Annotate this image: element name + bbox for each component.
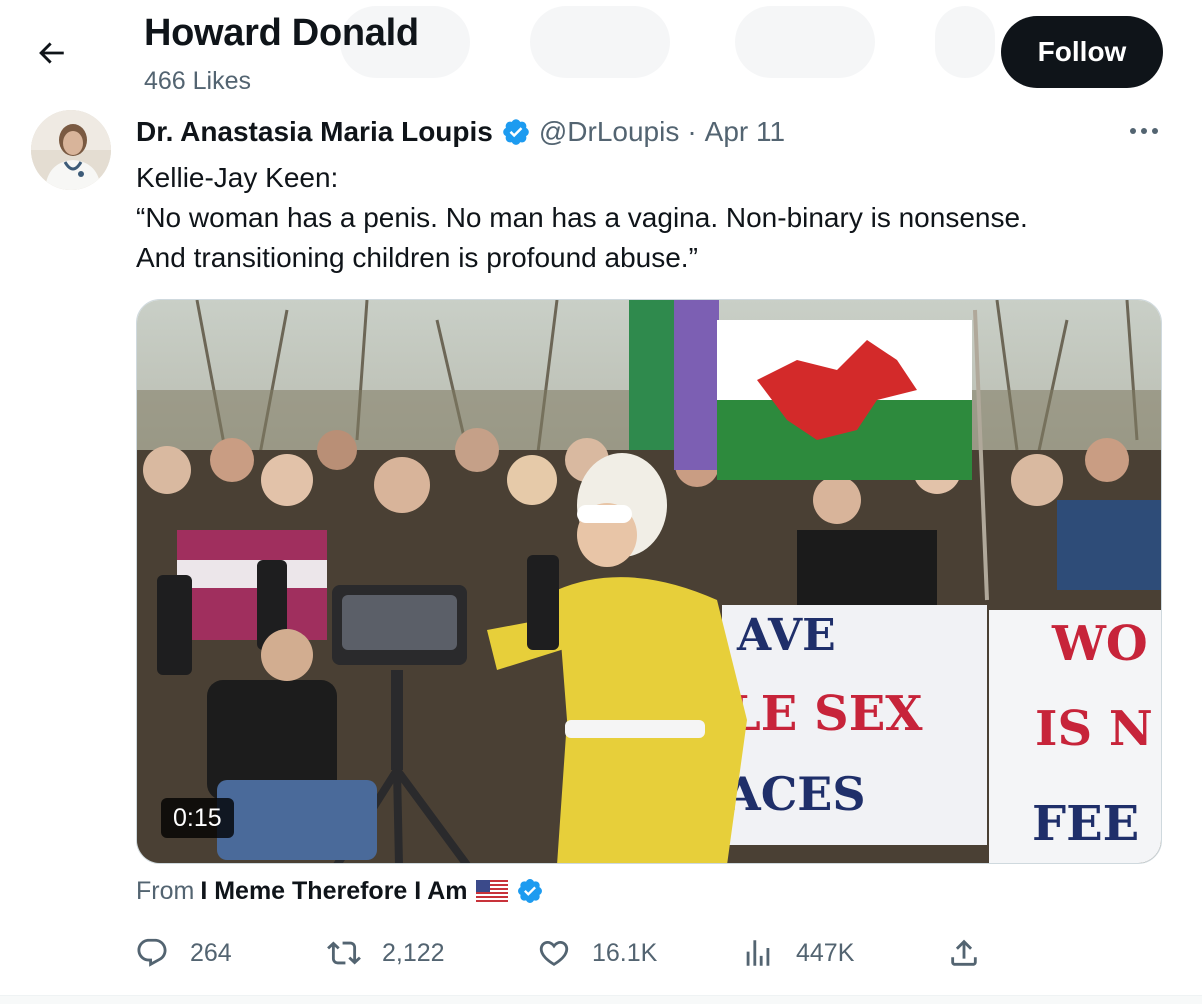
like-count: 16.1K bbox=[592, 938, 658, 967]
source-attribution: From I Meme Therefore I Am bbox=[136, 874, 544, 908]
sign-text: LE SEX bbox=[727, 686, 923, 742]
more-horizontal-icon bbox=[1130, 128, 1158, 134]
page-title: Howard Donald bbox=[144, 12, 419, 54]
video-player[interactable]: AVE LE SEX ACES WO IS N FEE 0:15 bbox=[136, 299, 1162, 864]
reply-icon bbox=[134, 935, 170, 971]
back-button[interactable] bbox=[26, 28, 76, 78]
tweet-text-line: “No woman has a penis. No man has a vagi… bbox=[136, 202, 1028, 233]
follow-button[interactable]: Follow bbox=[1001, 16, 1163, 88]
author-handle[interactable]: @DrLoupis bbox=[539, 116, 679, 148]
sign-text: WO bbox=[1051, 616, 1148, 672]
more-options-button[interactable] bbox=[1124, 116, 1164, 146]
share-icon bbox=[946, 935, 982, 971]
views-count: 447K bbox=[796, 938, 855, 967]
repost-count: 2,122 bbox=[382, 938, 445, 967]
avatar-photo bbox=[31, 110, 111, 190]
reply-count: 264 bbox=[190, 938, 232, 967]
sign-text: AVE bbox=[736, 610, 836, 661]
us-flag-icon bbox=[475, 880, 508, 902]
tweet-text-line: Kellie-Jay Keen: bbox=[136, 162, 339, 193]
sign-text: IS N bbox=[1035, 701, 1153, 757]
tweet-text: Kellie-Jay Keen: “No woman has a penis. … bbox=[136, 158, 1146, 278]
separator-dot: · bbox=[687, 116, 697, 147]
views-button[interactable]: 447K bbox=[740, 932, 854, 974]
avatar[interactable] bbox=[31, 110, 111, 190]
source-prefix: From bbox=[136, 876, 195, 905]
author-name[interactable]: Dr. Anastasia Maria Loupis bbox=[136, 116, 493, 148]
arrow-left-icon bbox=[39, 42, 64, 64]
verified-badge-icon bbox=[503, 119, 529, 145]
tweet-text-line: And transitioning children is profound a… bbox=[136, 242, 698, 273]
video-duration: 0:15 bbox=[161, 798, 234, 838]
share-button[interactable] bbox=[946, 932, 982, 974]
header-background-tabs bbox=[340, 6, 1000, 82]
tweet-date[interactable]: Apr 11 bbox=[705, 116, 785, 148]
sign-text: ACES bbox=[724, 767, 866, 821]
verified-badge-icon bbox=[517, 879, 542, 903]
sign-text: FEE bbox=[1032, 796, 1139, 852]
repost-button[interactable]: 2,122 bbox=[326, 932, 445, 974]
likes-count: 466 Likes bbox=[144, 67, 252, 95]
heart-icon bbox=[536, 935, 572, 971]
reply-button[interactable]: 264 bbox=[134, 932, 232, 974]
like-button[interactable]: 16.1K bbox=[536, 932, 657, 974]
analytics-icon bbox=[740, 935, 776, 971]
source-name-link[interactable]: I Meme Therefore I Am bbox=[200, 877, 467, 906]
video-thumbnail: AVE LE SEX ACES WO IS N FEE bbox=[137, 300, 1161, 863]
author-line: Dr. Anastasia Maria Loupis @DrLoupis · A… bbox=[136, 112, 785, 152]
divider bbox=[0, 995, 1202, 1004]
repost-icon bbox=[326, 935, 362, 971]
